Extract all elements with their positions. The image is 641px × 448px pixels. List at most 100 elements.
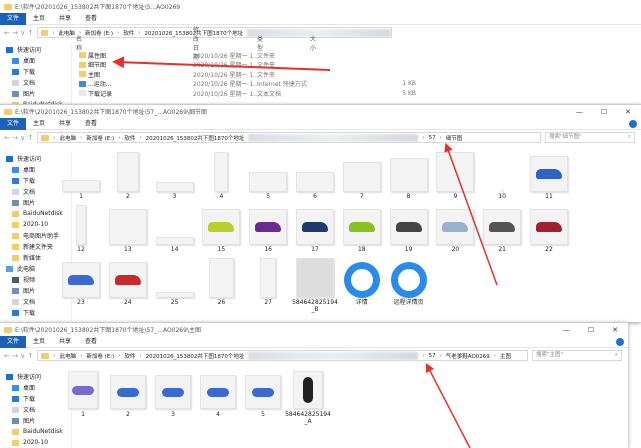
breadcrumb-item[interactable]: 软件 [124, 134, 135, 142]
file-item[interactable]: 19 [386, 203, 432, 256]
ribbon-tab[interactable]: 共享 [52, 336, 78, 348]
file-row[interactable]: 下载记录 2020/10/26 星期一 1... 文本文档 5 KB [76, 88, 416, 98]
breadcrumb-item[interactable]: 新加卷 (E:) [86, 134, 114, 142]
file-row[interactable]: 细节图 2020/10/26 星期一 1... 文件夹 [76, 60, 416, 70]
file-item[interactable]: 1 [58, 150, 104, 203]
file-item[interactable]: 2 [105, 150, 151, 203]
file-item[interactable]: 4 [195, 369, 241, 448]
document-icon [12, 79, 19, 86]
sidebar-item[interactable]: 快速访问 [0, 44, 71, 55]
breadcrumb[interactable]: › 此电脑 › 新加卷 (E:) › 软件 › 20201026_153802共下图1870个… [37, 350, 528, 361]
file-item[interactable]: 25 [152, 256, 198, 309]
image-thumbnail [68, 371, 98, 409]
minimize-button[interactable]: — [563, 326, 570, 334]
file-item[interactable]: 584642825194_B [292, 256, 338, 313]
folder-icon [12, 439, 19, 446]
breadcrumb-item[interactable]: 气老爹鞋AO0269 [446, 352, 490, 360]
file-item[interactable]: 22 [526, 203, 572, 256]
breadcrumb-item[interactable]: 软件 [123, 29, 134, 37]
ribbon-tab[interactable]: 查看 [78, 13, 104, 25]
file-item[interactable]: 13 [105, 203, 151, 256]
file-item[interactable]: 26 [198, 256, 244, 309]
file-list: 名称 修改日期 类型 大小 属性图 2020/10/26 星期一 1... 文件夹 细节图 20… [76, 27, 636, 104]
breadcrumb-item[interactable]: 57 [429, 353, 436, 359]
ribbon-tab[interactable]: 主页 [26, 118, 52, 130]
file-item[interactable]: 12 [58, 203, 104, 256]
file-row[interactable]: 主图 2020/10/26 星期一 1... 文件夹 [76, 69, 416, 79]
file-item[interactable]: 584642825194_A [285, 369, 331, 448]
file-item[interactable]: 详情 [339, 256, 385, 309]
file-row[interactable]: 属性图 2020/10/26 星期一 1... 文件夹 [76, 50, 416, 60]
sidebar-item[interactable]: 图片 [0, 88, 71, 99]
ribbon-tab[interactable]: 共享 [52, 118, 78, 130]
file-item[interactable]: 1 [60, 369, 106, 448]
file-item[interactable]: 17 [292, 203, 338, 256]
sidebar-item-label: 快速访问 [17, 156, 42, 163]
breadcrumb-item[interactable]: 57 [429, 135, 436, 141]
breadcrumb-item[interactable]: 20201026_153802共下图1870个地址 [146, 352, 245, 360]
minimize-button[interactable]: — [576, 108, 583, 116]
breadcrumb-item[interactable]: 新加卷 (E:) [86, 352, 114, 360]
back-icon[interactable]: ← → ∨ ↑ [4, 134, 33, 142]
breadcrumb-item[interactable]: 此电脑 [60, 352, 77, 360]
file-item[interactable]: 9 [432, 150, 478, 203]
breadcrumb-item[interactable]: 此电脑 [58, 29, 75, 37]
file-item[interactable]: 3 [152, 150, 198, 203]
file-item[interactable]: 21 [479, 203, 525, 256]
breadcrumb-item[interactable]: 此电脑 [60, 134, 77, 142]
file-item[interactable]: 2 [105, 369, 151, 448]
star-icon [6, 373, 13, 380]
breadcrumb-item[interactable]: 软件 [124, 352, 135, 360]
file-item[interactable]: 16 [245, 203, 291, 256]
sidebar-item[interactable]: 文档 [0, 77, 71, 88]
file-item[interactable]: 远程详情页 [386, 256, 432, 309]
maximize-button[interactable]: ☐ [601, 108, 607, 116]
file-item[interactable]: 3 [150, 369, 196, 448]
ribbon-tab[interactable]: 共享 [52, 13, 78, 25]
help-icon[interactable] [629, 119, 637, 128]
close-button[interactable]: ✕ [625, 108, 631, 116]
sidebar-item[interactable]: 下载 [0, 66, 71, 77]
file-item[interactable]: 24 [105, 256, 151, 309]
file-item[interactable]: 4 [198, 150, 244, 203]
file-item[interactable]: 5 [240, 369, 286, 448]
file-item[interactable]: 27 [245, 256, 291, 309]
title-bar: E:\软件\20201026_153802共下图1870个地址\57_...AO… [0, 323, 628, 336]
file-item[interactable]: 8 [386, 150, 432, 203]
back-icon[interactable]: ← → ∨ ↑ [4, 29, 33, 37]
file-item[interactable]: 5 [245, 150, 291, 203]
ribbon-tab[interactable]: 文件 [0, 12, 27, 25]
search-input[interactable]: 搜索"细节图" ⌕ [545, 132, 635, 143]
file-item[interactable]: 23 [58, 256, 104, 309]
file-item[interactable]: 11 [526, 150, 572, 203]
ribbon-tab[interactable]: 查看 [78, 336, 104, 348]
ribbon-tab[interactable]: 文件 [0, 335, 27, 348]
sidebar-item[interactable]: 桌面 [0, 55, 71, 66]
back-icon[interactable]: ← → ∨ ↑ [4, 352, 33, 360]
breadcrumb-item[interactable]: 20201026_153802共下图1870个地址 [146, 134, 245, 142]
file-row[interactable]: ...运动... 2020/10/26 星期一 1... Internet 快捷方式… [76, 79, 416, 89]
file-item[interactable]: 7 [339, 150, 385, 203]
file-item[interactable]: 18 [339, 203, 385, 256]
file-item[interactable]: 6 [292, 150, 338, 203]
sidebar-item-label: BaiduNetdisk [23, 428, 63, 435]
breadcrumb-item[interactable]: 主图 [500, 352, 511, 360]
ribbon-tab[interactable]: 主页 [26, 336, 52, 348]
breadcrumb[interactable]: › 此电脑 › 新加卷 (E:) › 软件 › 20201026_153802共下图1870个… [37, 27, 393, 38]
file-item[interactable]: 20 [432, 203, 478, 256]
breadcrumb-item[interactable]: 细节图 [446, 134, 463, 142]
file-item[interactable]: 10 [479, 150, 525, 203]
breadcrumb-item[interactable]: 新加卷 (E:) [85, 29, 113, 37]
search-input[interactable]: 搜索"主图" ⌕ [532, 350, 622, 361]
file-item[interactable]: 14 [152, 203, 198, 256]
maximize-button[interactable]: ☐ [588, 326, 594, 334]
file-item[interactable]: 15 [198, 203, 244, 256]
thumbnail-area [432, 203, 478, 245]
close-button[interactable]: ✕ [612, 326, 618, 334]
ribbon-tab[interactable]: 主页 [26, 13, 52, 25]
ribbon-tab[interactable]: 查看 [78, 118, 104, 130]
image-thumbnail [245, 375, 281, 409]
ribbon-tab[interactable]: 文件 [0, 117, 27, 130]
help-icon[interactable] [616, 337, 624, 346]
breadcrumb[interactable]: › 此电脑 › 新加卷 (E:) › 软件 › 20201026_153802共下图1870个… [37, 132, 541, 143]
